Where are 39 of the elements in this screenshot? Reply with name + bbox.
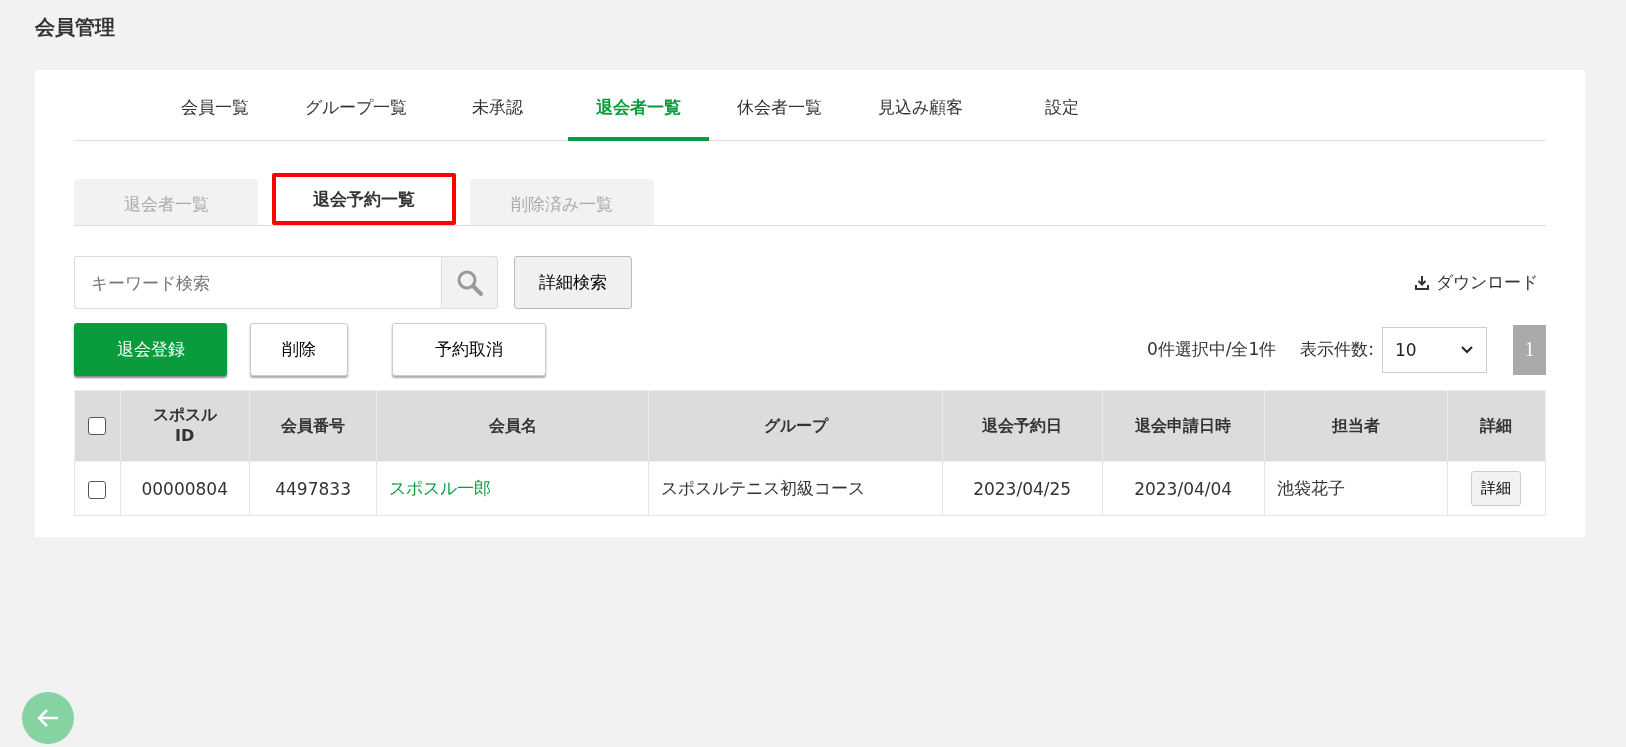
column-header: スポスル ID bbox=[120, 390, 250, 462]
table-cell: 2023/04/25 bbox=[942, 461, 1103, 516]
nav-tab[interactable]: 退会者一覧 bbox=[568, 96, 709, 141]
checkbox[interactable] bbox=[88, 417, 107, 436]
nav-tab[interactable]: 会員一覧 bbox=[144, 96, 285, 141]
chevron-down-icon bbox=[1460, 344, 1474, 355]
download-link[interactable]: ダウンロード bbox=[1436, 271, 1538, 294]
member-name-link[interactable]: スポスル一郎 bbox=[376, 461, 649, 516]
column-header: 退会申請日時 bbox=[1102, 390, 1265, 462]
nav-tab[interactable]: 見込み顧客 bbox=[850, 96, 991, 141]
selection-count: 0件選択中/全1件 bbox=[1146, 338, 1277, 361]
sub-tab[interactable]: 退会予約一覧 bbox=[272, 173, 456, 225]
column-header: 退会予約日 bbox=[942, 390, 1103, 462]
advanced-search-button[interactable]: 詳細検索 bbox=[514, 256, 632, 309]
checkbox[interactable] bbox=[88, 480, 107, 499]
column-header: 会員番号 bbox=[249, 390, 377, 462]
search-field[interactable]: キーワード検索 bbox=[74, 256, 441, 309]
download-icon bbox=[1414, 274, 1430, 291]
table-cell: 4497833 bbox=[249, 461, 377, 516]
action-button[interactable]: 退会登録 bbox=[74, 323, 227, 376]
table-cell: スポスルテニス初級コース bbox=[648, 461, 943, 516]
page-size-label: 表示件数: bbox=[1300, 338, 1374, 361]
column-header: 詳細 bbox=[1447, 390, 1546, 462]
table-cell: 2023/04/04 bbox=[1102, 461, 1265, 516]
table-cell: 池袋花子 bbox=[1264, 461, 1448, 516]
search-button[interactable] bbox=[441, 256, 498, 309]
column-header: 会員名 bbox=[376, 390, 649, 462]
nav-tab[interactable]: 未承認 bbox=[427, 96, 568, 141]
page-title: 会員管理 bbox=[34, 14, 116, 41]
action-button[interactable]: 予約取消 bbox=[392, 323, 546, 376]
column-header: グループ bbox=[648, 390, 943, 462]
nav-tab[interactable]: グループ一覧 bbox=[285, 96, 427, 141]
column-header: 担当者 bbox=[1264, 390, 1448, 462]
nav-tab[interactable]: 設定 bbox=[991, 96, 1132, 141]
nav-tab[interactable]: 休会者一覧 bbox=[709, 96, 850, 141]
detail-button[interactable]: 詳細 bbox=[1471, 471, 1522, 506]
table-cell: 00000804 bbox=[120, 461, 250, 516]
action-button[interactable]: 削除 bbox=[250, 323, 348, 376]
page-size-select[interactable]: 10 bbox=[1382, 326, 1487, 373]
